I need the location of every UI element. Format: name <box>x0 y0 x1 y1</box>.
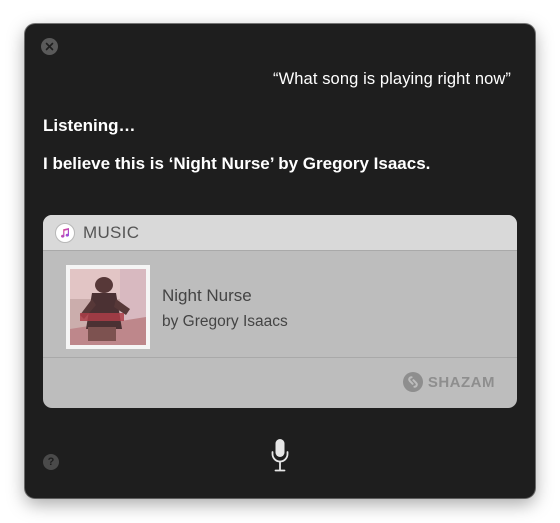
help-button[interactable]: ? <box>43 454 59 470</box>
siri-window: “What song is playing right now” Listeni… <box>25 24 535 498</box>
music-card[interactable]: MUSIC Night Nurse by Gregory Isaacs SHAZ… <box>43 215 517 408</box>
card-header: MUSIC <box>43 215 517 251</box>
help-icon: ? <box>47 456 55 468</box>
user-query: “What song is playing right now” <box>273 70 511 88</box>
microphone-button[interactable] <box>270 438 290 474</box>
track-artist: by Gregory Isaacs <box>162 313 288 330</box>
track-row[interactable]: Night Nurse by Gregory Isaacs <box>43 252 517 358</box>
close-icon <box>45 42 54 51</box>
microphone-icon <box>271 439 289 472</box>
shazam-label: SHAZAM <box>427 373 495 391</box>
shazam-logo-icon <box>402 372 423 392</box>
siri-response: I believe this is ‘Night Nurse’ by Grego… <box>43 154 431 173</box>
music-note-icon <box>55 222 75 243</box>
close-button[interactable] <box>41 38 58 55</box>
album-art <box>66 265 150 349</box>
shazam-logo[interactable]: SHAZAM <box>402 372 495 392</box>
card-footer: SHAZAM <box>43 358 517 408</box>
status-text: Listening… <box>43 116 136 135</box>
track-title: Night Nurse <box>162 286 252 305</box>
card-title: MUSIC <box>83 222 140 242</box>
